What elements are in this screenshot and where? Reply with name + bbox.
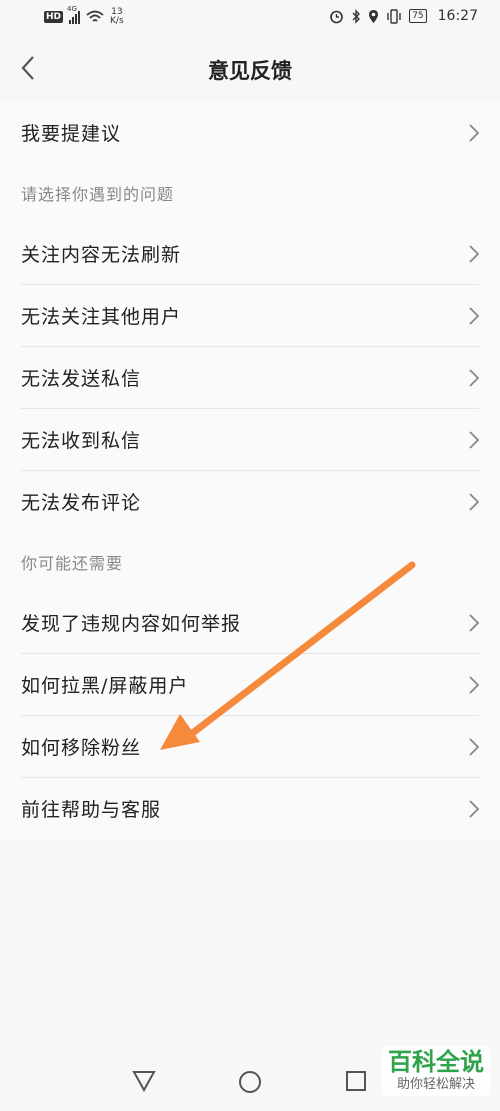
help-label: 前往帮助与客服 <box>21 799 162 821</box>
chevron-right-icon <box>469 306 479 325</box>
chevron-right-icon <box>469 368 479 387</box>
suggestion-label: 我要提建议 <box>21 123 122 145</box>
chevron-right-icon <box>469 675 479 694</box>
chevron-right-icon <box>469 244 479 263</box>
alarm-icon <box>330 10 343 23</box>
page-title: 意见反馈 <box>208 59 292 83</box>
watermark-logo: 百科全说 助你轻松解决 <box>382 1046 490 1096</box>
chevron-right-icon <box>469 430 479 449</box>
bluetooth-icon <box>352 8 361 24</box>
status-time: 16:27 <box>437 8 478 24</box>
home-circle-icon[interactable] <box>238 1070 262 1094</box>
back-triangle-icon[interactable] <box>132 1070 156 1092</box>
help-row[interactable]: 前往帮助与客服 <box>21 777 479 839</box>
chevron-right-icon <box>469 613 479 632</box>
section-title-needs: 你可能还需要 <box>21 554 124 573</box>
problem-row[interactable]: 无法关注其他用户 <box>21 284 479 346</box>
remove-fans-row[interactable]: 如何移除粉丝 <box>21 715 479 777</box>
section-title-problems: 请选择你遇到的问题 <box>21 185 175 204</box>
problem-row[interactable]: 无法发布评论 <box>21 470 479 532</box>
chevron-right-icon <box>469 737 479 756</box>
help-label: 发现了违规内容如何举报 <box>21 613 242 635</box>
status-right: 75 16:27 <box>329 8 478 24</box>
feedback-list: 我要提建议 请选择你遇到的问题 关注内容无法刷新 无法关注其他用户 无法发送私信… <box>0 102 500 839</box>
recents-square-icon[interactable] <box>345 1070 367 1092</box>
chevron-right-icon <box>469 123 479 142</box>
problem-row[interactable]: 无法收到私信 <box>21 408 479 470</box>
signal-type-label: 4G <box>67 4 77 13</box>
problem-label: 关注内容无法刷新 <box>21 244 182 266</box>
vibrate-icon <box>387 8 401 24</box>
location-icon <box>369 9 379 23</box>
problem-label: 无法发布评论 <box>21 492 142 514</box>
chevron-right-icon <box>469 492 479 511</box>
network-speed-unit: K/s <box>110 16 124 26</box>
status-left: HD 4G 13 K/s <box>44 5 124 26</box>
hd-icon: HD <box>44 11 64 23</box>
help-label: 如何拉黑/屏蔽用户 <box>21 675 189 697</box>
problem-label: 无法收到私信 <box>21 430 142 452</box>
help-row[interactable]: 如何拉黑/屏蔽用户 <box>21 653 479 715</box>
watermark-subtitle: 助你轻松解决 <box>396 1077 475 1092</box>
watermark-title: 百科全说 <box>388 1048 484 1076</box>
help-label: 如何移除粉丝 <box>21 737 142 759</box>
wifi-icon <box>86 10 104 22</box>
problem-label: 无法关注其他用户 <box>21 306 182 328</box>
status-bar: HD 4G 13 K/s 75 16:27 <box>0 0 500 36</box>
signal-icon: 4G <box>67 5 81 24</box>
problem-row[interactable]: 无法发送私信 <box>21 346 479 408</box>
help-row[interactable]: 发现了违规内容如何举报 <box>21 592 479 653</box>
network-speed: 13 K/s <box>110 8 124 26</box>
battery-indicator: 75 <box>409 9 427 23</box>
problem-label: 无法发送私信 <box>21 368 142 390</box>
suggestion-row[interactable]: 我要提建议 <box>21 102 479 163</box>
chevron-right-icon <box>469 799 479 818</box>
header: 意见反馈 <box>0 36 500 102</box>
problem-row[interactable]: 关注内容无法刷新 <box>21 223 479 284</box>
